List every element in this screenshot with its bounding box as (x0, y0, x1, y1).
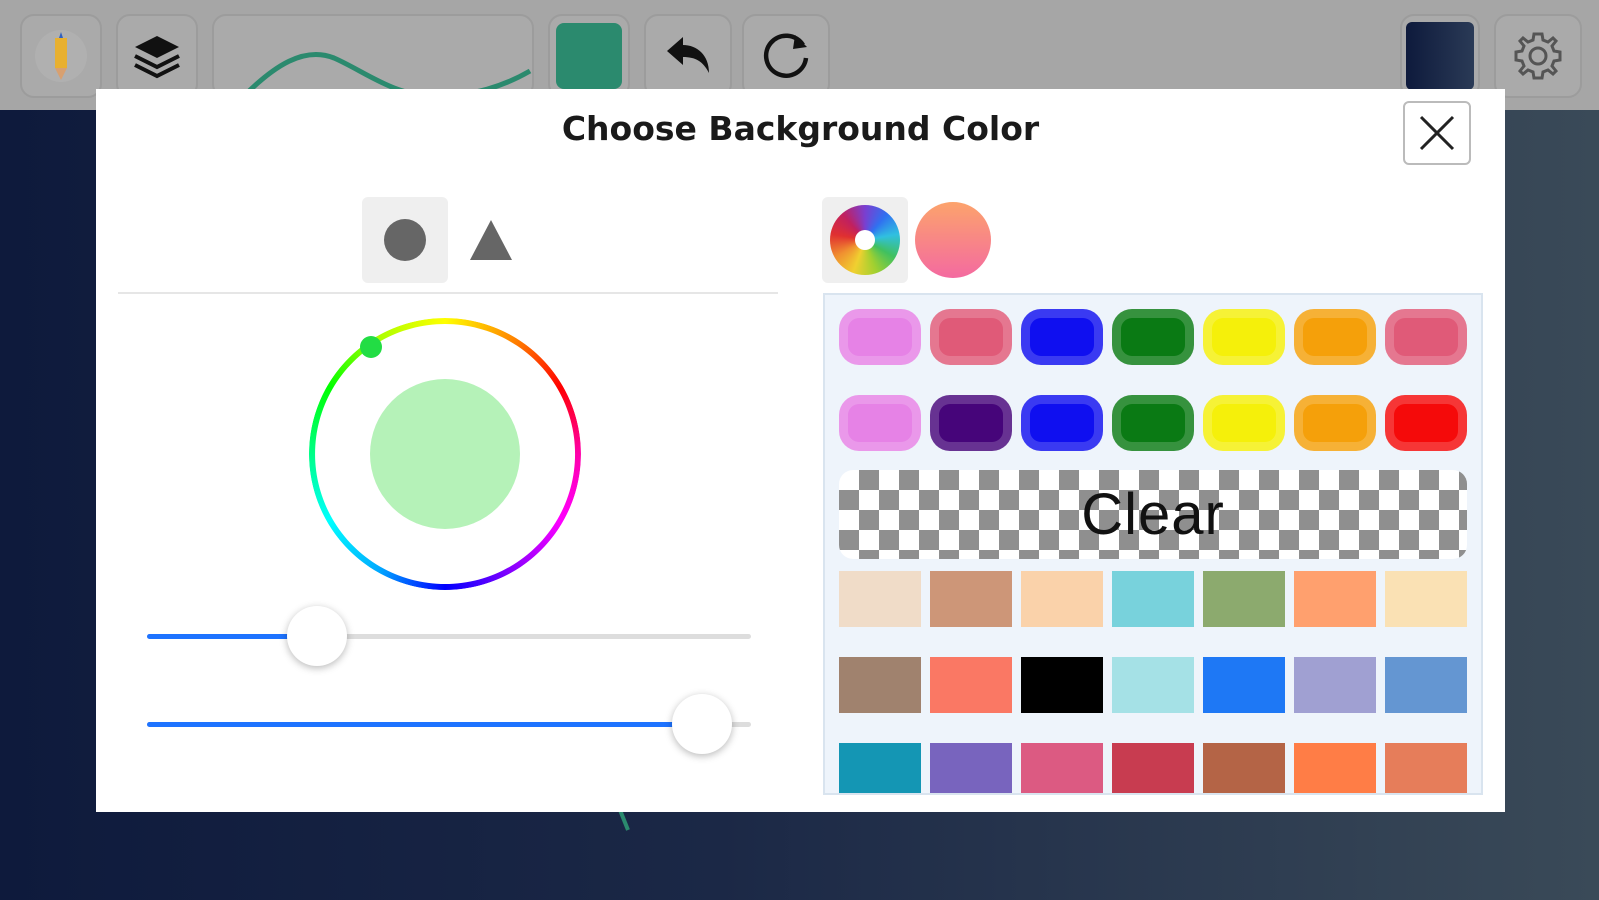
color-swatch[interactable] (1112, 743, 1194, 793)
preset-color-pill[interactable] (1112, 309, 1194, 365)
close-icon (1419, 115, 1455, 151)
tab-circle[interactable] (362, 197, 448, 283)
gear-icon (1514, 32, 1562, 80)
preset-color-pill[interactable] (930, 395, 1012, 451)
color-swatch[interactable] (1203, 571, 1285, 627)
undo-icon (667, 37, 709, 73)
slider-fill (147, 722, 702, 727)
selected-color-preview (370, 379, 520, 529)
color-swatch[interactable] (1294, 657, 1376, 713)
hue-ring-svg (309, 318, 581, 590)
swatch-row-3 (839, 743, 1467, 793)
color-swatch[interactable] (1203, 657, 1285, 713)
color-swatch[interactable] (1385, 743, 1467, 793)
lightness-slider[interactable] (147, 694, 751, 754)
preset-color-pill[interactable] (1021, 309, 1103, 365)
preset-color-pill[interactable] (1294, 395, 1376, 451)
tab-triangle[interactable] (448, 197, 534, 283)
color-swatch[interactable] (1294, 743, 1376, 793)
color-swatch[interactable] (930, 743, 1012, 793)
saturation-slider[interactable] (147, 606, 751, 666)
color-swatch[interactable] (1021, 743, 1103, 793)
redo-button[interactable] (742, 14, 830, 98)
color-wheel-icon (830, 205, 900, 275)
preset-color-pill[interactable] (1385, 309, 1467, 365)
color-swatch[interactable] (930, 657, 1012, 713)
background-color-swatch (1406, 22, 1474, 90)
preset-color-pill[interactable] (1203, 395, 1285, 451)
preset-color-pill[interactable] (839, 395, 921, 451)
pencil-icon (35, 30, 87, 82)
gradient-icon (915, 202, 991, 278)
color-mode-tabs (822, 197, 996, 283)
color-swatch[interactable] (1294, 571, 1376, 627)
color-swatch[interactable] (1112, 657, 1194, 713)
preset-color-pill[interactable] (1203, 309, 1285, 365)
preset-color-pill[interactable] (1385, 395, 1467, 451)
undo-button[interactable] (644, 14, 732, 98)
stroke-color-swatch (556, 23, 622, 89)
preset-color-pill[interactable] (1021, 395, 1103, 451)
tab-gradient[interactable] (910, 197, 996, 283)
preset-color-pill[interactable] (839, 309, 921, 365)
color-swatch[interactable] (839, 657, 921, 713)
pencil-tool-button[interactable] (20, 14, 102, 98)
slider-thumb[interactable] (672, 694, 732, 754)
divider (118, 292, 778, 294)
background-color-dialog: Choose Background Color Clear (96, 89, 1505, 812)
color-swatch[interactable] (1385, 657, 1467, 713)
swatch-row-2 (839, 657, 1467, 713)
color-swatch[interactable] (1203, 743, 1285, 793)
color-swatch[interactable] (839, 743, 921, 793)
brush-preview[interactable] (212, 14, 534, 98)
refresh-icon (763, 33, 809, 78)
clear-button[interactable]: Clear (839, 470, 1467, 559)
shape-tabs (362, 197, 534, 283)
settings-button[interactable] (1494, 14, 1582, 98)
triangle-icon (470, 220, 512, 260)
dialog-title: Choose Background Color (561, 109, 1040, 148)
color-swatch[interactable] (839, 571, 921, 627)
preset-color-pill[interactable] (1294, 309, 1376, 365)
background-color-button[interactable] (1400, 14, 1480, 98)
tab-color-wheel[interactable] (822, 197, 908, 283)
preset-row-1 (839, 309, 1467, 365)
color-swatch[interactable] (1112, 571, 1194, 627)
hue-handle[interactable] (360, 336, 382, 358)
preset-row-2 (839, 395, 1467, 451)
preset-color-pill[interactable] (930, 309, 1012, 365)
stroke-color-button[interactable] (548, 14, 630, 98)
color-swatch[interactable] (930, 571, 1012, 627)
close-button[interactable] (1403, 101, 1471, 165)
color-swatch[interactable] (1021, 571, 1103, 627)
layers-button[interactable] (116, 14, 198, 98)
swatch-row-1 (839, 571, 1467, 627)
hue-ring[interactable] (309, 318, 581, 590)
layers-icon (134, 36, 180, 79)
preset-color-pill[interactable] (1112, 395, 1194, 451)
stroke-preview-icon (242, 51, 532, 96)
color-swatch[interactable] (1021, 657, 1103, 713)
color-palette: Clear (823, 293, 1483, 795)
clear-label: Clear (1081, 482, 1225, 547)
slider-thumb[interactable] (287, 606, 347, 666)
color-swatch[interactable] (1385, 571, 1467, 627)
circle-icon (384, 219, 426, 261)
